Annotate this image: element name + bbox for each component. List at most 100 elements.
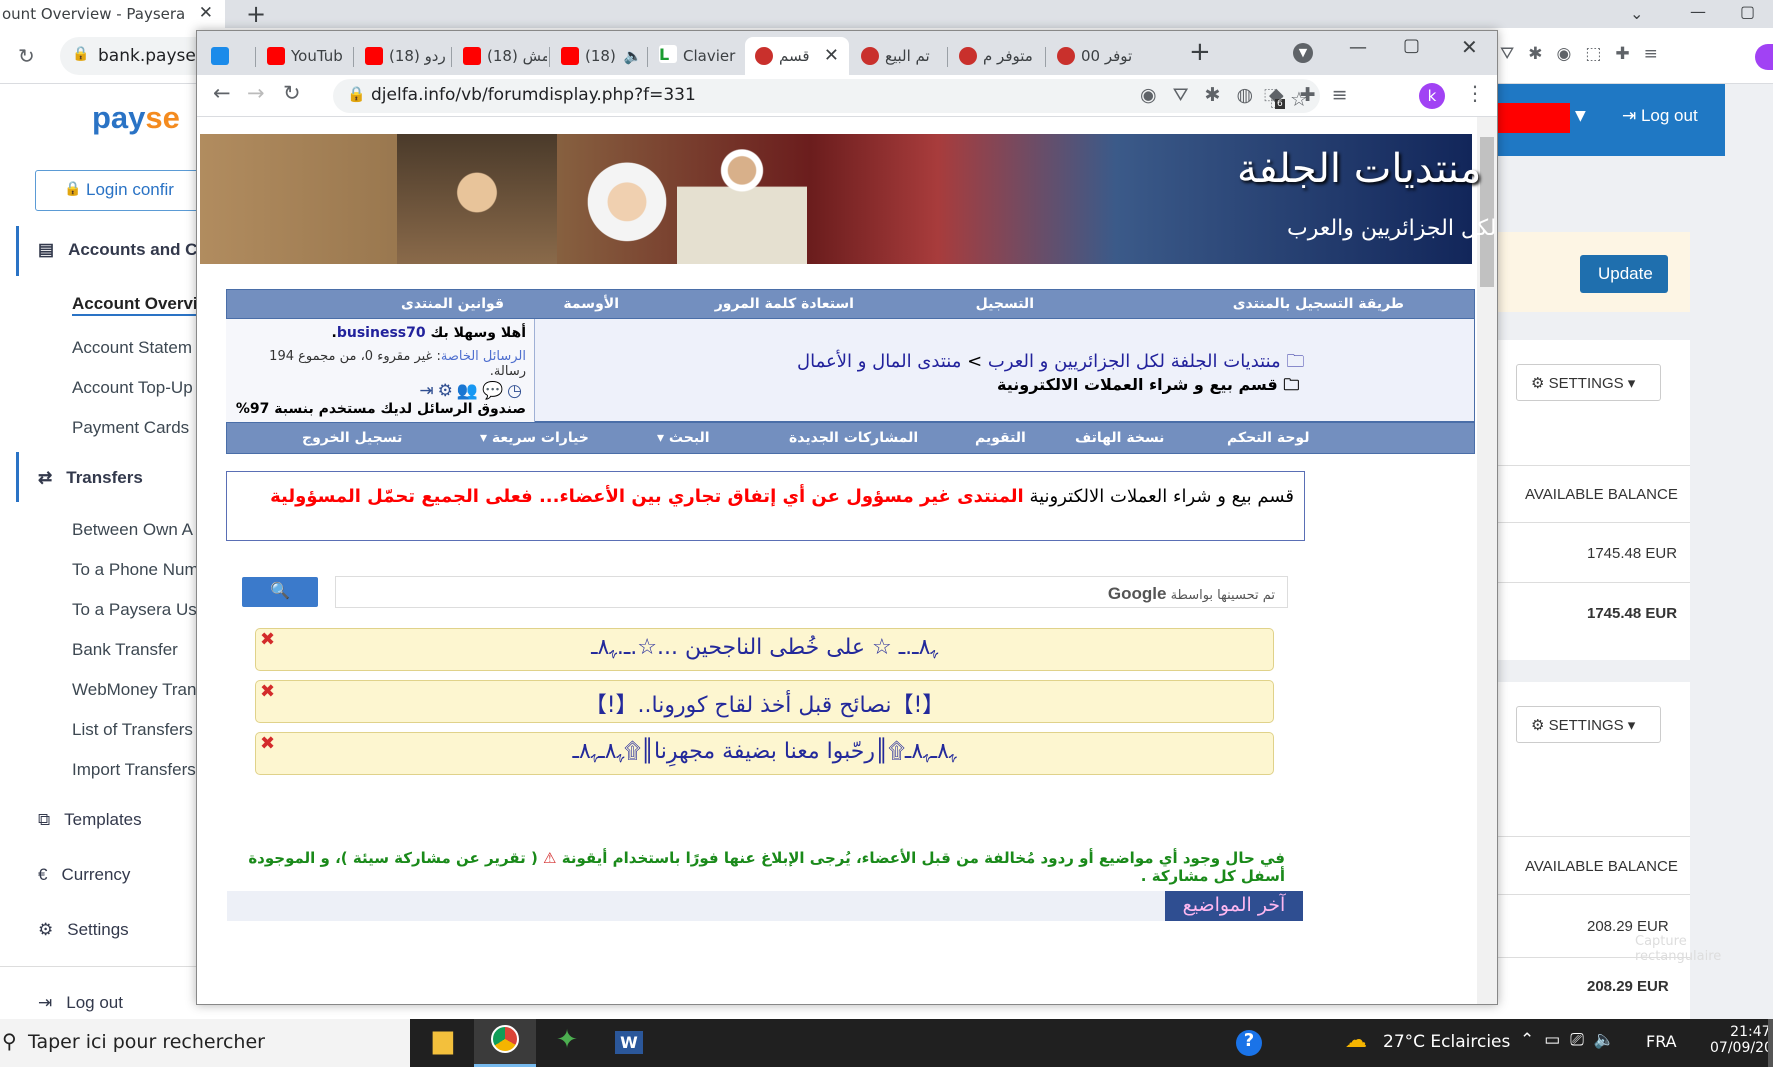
word-icon[interactable]: W	[598, 1019, 660, 1067]
announcement-item[interactable]: ✖ ﮩ٨ـ.ـ ☆ على خُطى الناجحين ...☆.ـ.ﮩ٨ـ	[255, 628, 1274, 671]
sidebar-section-accounts[interactable]: ▤ Accounts and C	[38, 240, 197, 260]
sidebar-section-settings[interactable]: ⚙ Settings	[38, 920, 129, 940]
youtube-icon	[561, 47, 579, 65]
nav-mobile[interactable]: نسخة الهاتف	[1075, 430, 1164, 446]
forward-icon[interactable]: →	[247, 81, 265, 105]
settings-dropdown-1[interactable]: ⚙ SETTINGS ▾	[1516, 364, 1661, 401]
tray-icons[interactable]: ⌃▭⎚🔈	[1520, 1030, 1625, 1050]
reload-icon[interactable]: ↻	[283, 81, 301, 105]
sidebar-item-account-topup[interactable]: Account Top-Up	[72, 378, 193, 398]
extension-icons[interactable]: ◉⛛✱◍◆✚≡	[1140, 84, 1364, 106]
tab-youtube-4[interactable]: (18) 🔈	[551, 37, 645, 75]
sidebar-item-list-transfers[interactable]: List of Transfers	[72, 720, 193, 740]
nav-calendar[interactable]: التقويم	[975, 430, 1026, 446]
pm-link[interactable]: الرسائل الخاصة	[441, 349, 526, 364]
clavier-icon: L	[659, 45, 677, 64]
sidebar-section-templates[interactable]: ⧉ Templates	[38, 810, 142, 830]
close-icon[interactable]: ✕	[824, 45, 839, 66]
nav-recover-password[interactable]: استعادة كلمة المرور	[715, 296, 854, 312]
app-icon[interactable]: ✦	[536, 1019, 598, 1067]
new-tab-button[interactable]: +	[1189, 37, 1211, 67]
reload-icon[interactable]: ↻	[18, 44, 35, 68]
tab-youtube[interactable]: YouTub	[257, 37, 351, 75]
add-user-icon: 👥	[456, 381, 482, 401]
scroll-thumb[interactable]	[1480, 137, 1494, 287]
tab-djelfa-3[interactable]: متوفر م	[949, 37, 1043, 75]
username-link[interactable]: business70	[337, 325, 426, 341]
file-explorer-icon[interactable]: ▆	[412, 1019, 474, 1067]
sidebar-item-phone[interactable]: To a Phone Num	[72, 560, 199, 580]
background-tab-paysera[interactable]: ount Overview - Paysera ✕	[0, 0, 225, 28]
sidebar-item-webmoney[interactable]: WebMoney Tran	[72, 680, 196, 700]
chevron-down-icon[interactable]: ▼	[1575, 108, 1586, 124]
nav-logout[interactable]: تسجيل الخروج	[302, 430, 402, 446]
tab-djelfa-active[interactable]: قسم ✕	[745, 37, 849, 75]
clock[interactable]: 21:47 07/09/2021	[1710, 1024, 1773, 1056]
close-icon[interactable]: ✖	[260, 629, 275, 650]
sidebar-item-account-statement[interactable]: Account Statem	[72, 338, 192, 358]
sidebar-section-currency[interactable]: € Currency	[38, 865, 130, 885]
close-icon[interactable]: ✖	[260, 733, 275, 754]
menu-icon[interactable]: ⋮	[1465, 81, 1485, 105]
paysera-logo[interactable]: payse	[92, 100, 180, 136]
nav-search[interactable]: ▾ البحث	[657, 430, 710, 446]
back-icon[interactable]: ←	[213, 81, 231, 105]
extension-icons[interactable]: ⛛✱◉⬚✚≡	[1500, 44, 1672, 64]
lock-icon: 🔒	[64, 180, 82, 196]
nav-register[interactable]: التسجيل	[976, 296, 1034, 312]
login-confirm-button[interactable]: 🔒 Login confir	[35, 170, 205, 211]
sidebar-section-transfers[interactable]: ⇄ Transfers	[38, 468, 143, 488]
new-tab-button[interactable]: +	[246, 0, 266, 28]
close-icon[interactable]: ✕	[199, 3, 213, 23]
nav-quick-options[interactable]: ▾ خيارات سريعة	[480, 430, 589, 446]
sidebar-item-account-overview[interactable]: Account Overvie	[72, 294, 208, 316]
minimize-icon[interactable]: —	[1349, 37, 1367, 58]
minimize-icon[interactable]: —	[1690, 2, 1706, 21]
close-window-icon[interactable]: ✕	[1461, 35, 1478, 59]
language-indicator[interactable]: FRA	[1646, 1032, 1677, 1051]
announcement-item[interactable]: ✖ 【!】نصائح قبل أخذ لقاح كورونا..【!】	[255, 680, 1274, 723]
speaker-icon[interactable]: 🔈	[624, 47, 643, 65]
scrollbar[interactable]	[1477, 117, 1497, 1004]
tab-youtube-2[interactable]: (18) ردو	[355, 37, 449, 75]
sidebar-item-between-own[interactable]: Between Own A	[72, 520, 193, 540]
nav-new-posts[interactable]: المشاركات الجديدة	[789, 430, 918, 446]
close-icon[interactable]: ✖	[260, 681, 275, 702]
tab-clavier[interactable]: L Clavier	[649, 37, 743, 75]
nav-forum-rules[interactable]: قوانين المنتدى	[401, 296, 504, 312]
chrome-icon[interactable]	[474, 1019, 536, 1067]
sidebar-item-import-transfers[interactable]: Import Transfers	[72, 760, 196, 780]
help-icon[interactable]: ?	[1236, 1030, 1262, 1056]
tab-djelfa-4[interactable]: توفر 00	[1047, 37, 1141, 75]
sidebar-logout[interactable]: ⇥ Log out	[38, 993, 123, 1013]
tab-search-icon[interactable]: ▼	[1293, 43, 1313, 63]
user-action-icons[interactable]: ◷💬👥⚙⇥	[234, 381, 526, 401]
maximize-icon[interactable]: ▢	[1740, 2, 1755, 21]
sidebar-item-payment-cards[interactable]: Payment Cards	[72, 418, 189, 438]
sidebar-item-bank-transfer[interactable]: Bank Transfer	[72, 640, 178, 660]
show-desktop[interactable]	[1768, 1019, 1773, 1067]
tab-djelfa-2[interactable]: تم البيع	[851, 37, 945, 75]
gear-icon: ⚙	[437, 381, 457, 401]
profile-avatar[interactable]: k	[1419, 83, 1445, 109]
profile-down-icon[interactable]: ⌄	[1630, 4, 1643, 23]
search-input[interactable]: تم تحسينها بواسطة Google	[335, 576, 1288, 608]
tab-0[interactable]	[201, 37, 251, 75]
weather-text[interactable]: 27°C Eclaircies	[1383, 1032, 1510, 1052]
nav-control-panel[interactable]: لوحة التحكم	[1227, 430, 1309, 446]
nav-medals[interactable]: الأوسمة	[563, 296, 619, 312]
latest-topics-header[interactable]: آخر المواضيع	[1165, 891, 1303, 921]
header-logout-link[interactable]: ⇥ Log out	[1622, 106, 1698, 126]
tab-youtube-3[interactable]: (18) مش	[453, 37, 547, 75]
settings-dropdown-2[interactable]: ⚙ SETTINGS ▾	[1516, 706, 1661, 743]
breadcrumb-root[interactable]: منتديات الجلفة لكل الجزائريين و العرب	[988, 351, 1281, 372]
nav-registration-guide[interactable]: طريقة التسجيل بالمنتدى	[1233, 296, 1404, 312]
sidebar-item-paysera-user[interactable]: To a Paysera Us	[72, 600, 197, 620]
maximize-icon[interactable]: ▢	[1403, 35, 1420, 56]
announcement-item[interactable]: ✖ ﮩ٨ـﮩ٨ـ۩║رحّبوا معنا بضيفة مجهرِنا║۩ﮩ٨ـﮩ…	[255, 732, 1274, 775]
update-button[interactable]: Update	[1580, 255, 1668, 293]
breadcrumb-parent[interactable]: منتدى المال و الأعمال	[797, 351, 961, 372]
divider	[1475, 836, 1690, 837]
taskbar-search[interactable]: ⚲ Taper ici pour rechercher	[0, 1019, 410, 1067]
search-button[interactable]: 🔍	[242, 577, 318, 607]
